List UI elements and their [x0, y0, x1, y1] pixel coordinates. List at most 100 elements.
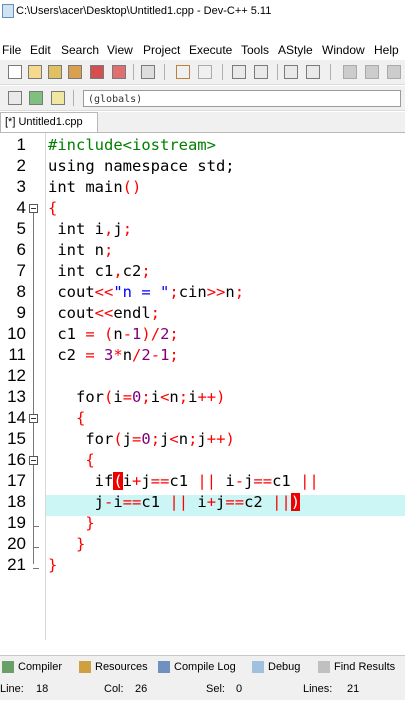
goto-declaration-icon[interactable] — [29, 91, 43, 105]
line-number: 15 — [7, 429, 26, 448]
save-icon[interactable] — [48, 65, 62, 79]
line-number: 10 — [7, 324, 26, 343]
redo-icon[interactable] — [198, 65, 212, 79]
fold-guide — [33, 213, 34, 564]
code-line: } — [48, 514, 95, 532]
line-number: 5 — [16, 219, 26, 238]
class-browser-icon[interactable] — [8, 91, 22, 105]
code-line: int c1,c2; — [48, 262, 151, 280]
code-editor[interactable]: 1 2 3 4 5 6 7 8 9 10 11 12 13 14 15 16 1… — [0, 133, 405, 640]
menu-window[interactable]: Window — [322, 40, 365, 60]
chart-icon — [158, 661, 170, 673]
replace-icon[interactable] — [254, 65, 268, 79]
status-line-label: Line: — [0, 683, 24, 695]
code-line: for(j=0;j<n;j++) — [48, 430, 235, 448]
tab-find-results[interactable]: Find Results — [316, 656, 395, 678]
line-number: 19 — [7, 513, 26, 532]
close-icon[interactable] — [90, 65, 104, 79]
line-number: 1 — [16, 135, 26, 154]
menu-help[interactable]: Help — [374, 40, 399, 60]
tab-label: Debug — [268, 661, 301, 673]
code-line: j-i==c1 || i+j==c2 ||) — [48, 493, 301, 511]
menu-execute[interactable]: Execute — [189, 40, 232, 60]
tab-resources[interactable]: Resources — [77, 656, 148, 678]
line-number: 12 — [7, 366, 26, 385]
code-line: int n; — [48, 241, 114, 259]
line-number: 14 — [7, 408, 26, 427]
status-sel-label: Sel: — [206, 683, 225, 695]
status-lines-label: Lines: — [303, 683, 333, 695]
code-line: #include<iostream> — [48, 136, 216, 154]
line-number: 20 — [7, 534, 26, 553]
tab-compile-log[interactable]: Compile Log — [156, 656, 236, 678]
status-line-value: 18 — [36, 683, 49, 695]
menu-edit[interactable]: Edit — [30, 40, 51, 60]
menu-file[interactable]: File — [2, 40, 21, 60]
toolbar-separator — [277, 64, 278, 80]
editor-tab-bar: [*] Untitled1.cpp — [0, 112, 405, 133]
line-number: 13 — [7, 387, 26, 406]
new-file-icon[interactable] — [8, 65, 22, 79]
fold-toggle-icon[interactable] — [29, 456, 38, 465]
tab-label: Find Results — [334, 661, 396, 673]
status-bar: Line: 18 Col: 26 Sel: 0 Lines: 21 — [0, 678, 405, 700]
close-all-icon[interactable] — [112, 65, 126, 79]
code-line: { — [48, 409, 86, 427]
toolbar-separator — [330, 64, 331, 80]
undo-icon[interactable] — [176, 65, 190, 79]
print-icon[interactable] — [141, 65, 155, 79]
fold-end-marker — [33, 568, 39, 569]
debug-icon — [252, 661, 264, 673]
line-number: 8 — [16, 282, 26, 301]
unindent-icon[interactable] — [306, 65, 320, 79]
line-number: 3 — [16, 177, 26, 196]
tab-untitled1[interactable]: [*] Untitled1.cpp — [0, 112, 98, 132]
toolbar-separator — [73, 90, 74, 106]
line-number: 4 — [16, 198, 26, 217]
code-line: c1 = (n-1)/2; — [48, 325, 179, 343]
line-number: 2 — [16, 156, 26, 175]
next-bookmark-icon[interactable] — [387, 65, 401, 79]
code-line: } — [48, 535, 86, 553]
tab-label: Compile Log — [174, 661, 236, 673]
code-line: using namespace std; — [48, 157, 235, 175]
menu-astyle[interactable]: AStyle — [278, 40, 313, 60]
code-line: } — [48, 556, 58, 574]
status-sel-value: 0 — [236, 683, 243, 695]
tab-label: Resources — [95, 661, 148, 673]
menu-project[interactable]: Project — [143, 40, 180, 60]
insert-icon[interactable] — [51, 91, 65, 105]
menu-view[interactable]: View — [107, 40, 133, 60]
fold-toggle-icon[interactable] — [29, 414, 38, 423]
line-number: 18 — [7, 492, 26, 511]
toolbar-separator — [222, 64, 223, 80]
toolbar-separator — [164, 64, 165, 80]
fold-end-marker — [33, 547, 39, 548]
scope-dropdown[interactable]: (globals) — [83, 90, 401, 107]
line-number: 21 — [7, 555, 26, 574]
code-line: cout<<endl; — [48, 304, 161, 322]
line-number: 11 — [8, 345, 26, 364]
fold-toggle-icon[interactable] — [29, 204, 38, 213]
goto-icon[interactable] — [343, 65, 357, 79]
fold-end-marker — [33, 526, 39, 527]
menu-search[interactable]: Search — [61, 40, 99, 60]
status-col-value: 26 — [135, 683, 148, 695]
status-lines-value: 21 — [347, 683, 360, 695]
resources-icon — [79, 661, 91, 673]
find-icon — [318, 661, 330, 673]
gutter-divider — [45, 133, 46, 640]
code-line: if(i+j==c1 || i-j==c1 || — [48, 472, 319, 490]
bookmark-icon[interactable] — [365, 65, 379, 79]
toolbar-separator — [133, 64, 134, 80]
line-number: 9 — [16, 303, 26, 322]
tab-compiler[interactable]: Compiler — [0, 656, 62, 678]
tab-debug[interactable]: Debug — [250, 656, 300, 678]
indent-icon[interactable] — [284, 65, 298, 79]
code-line: cout<<"n = ";cin>>n; — [48, 283, 245, 301]
open-file-icon[interactable] — [28, 65, 42, 79]
line-number: 6 — [16, 240, 26, 259]
menu-tools[interactable]: Tools — [241, 40, 269, 60]
find-icon[interactable] — [232, 65, 246, 79]
save-all-icon[interactable] — [68, 65, 82, 79]
